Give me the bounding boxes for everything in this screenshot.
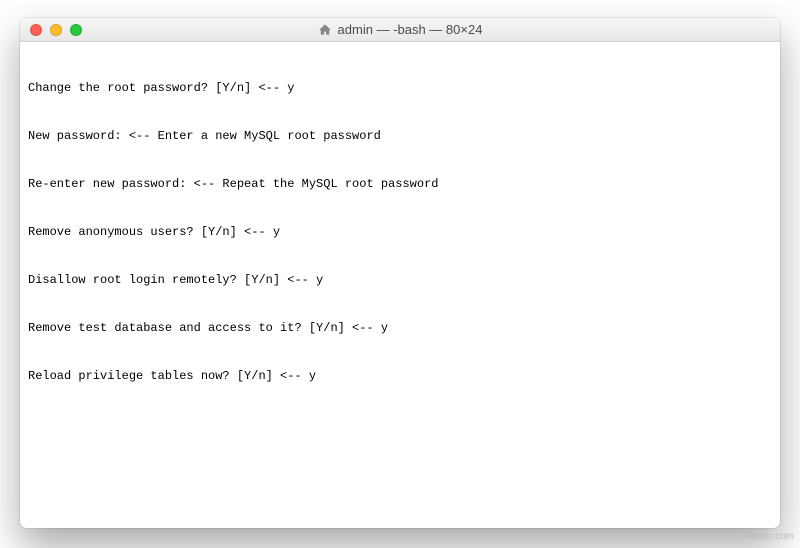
close-button[interactable] xyxy=(30,24,42,36)
traffic-lights xyxy=(20,24,82,36)
terminal-window: admin — -bash — 80×24 Change the root pa… xyxy=(20,18,780,528)
terminal-line: Reload privilege tables now? [Y/n] <-- y xyxy=(28,368,772,384)
terminal-body[interactable]: Change the root password? [Y/n] <-- y Ne… xyxy=(20,42,780,528)
terminal-line: Remove anonymous users? [Y/n] <-- y xyxy=(28,224,772,240)
maximize-button[interactable] xyxy=(70,24,82,36)
terminal-line: Disallow root login remotely? [Y/n] <-- … xyxy=(28,272,772,288)
home-icon xyxy=(318,23,332,37)
terminal-line: Change the root password? [Y/n] <-- y xyxy=(28,80,772,96)
window-title: admin — -bash — 80×24 xyxy=(338,22,483,37)
terminal-line: Re-enter new password: <-- Repeat the My… xyxy=(28,176,772,192)
titlebar[interactable]: admin — -bash — 80×24 xyxy=(20,18,780,42)
minimize-button[interactable] xyxy=(50,24,62,36)
watermark: wsxdn.com xyxy=(744,531,794,542)
window-title-group: admin — -bash — 80×24 xyxy=(20,22,780,37)
terminal-line: New password: <-- Enter a new MySQL root… xyxy=(28,128,772,144)
terminal-line: Remove test database and access to it? [… xyxy=(28,320,772,336)
